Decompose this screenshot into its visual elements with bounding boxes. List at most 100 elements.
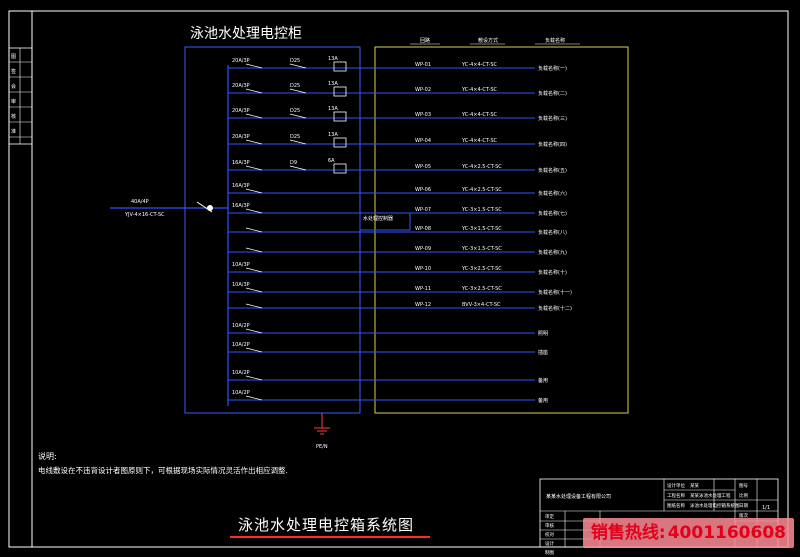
load-name: 备用 bbox=[538, 377, 548, 384]
breaker-label: 10A/2P bbox=[232, 342, 250, 348]
ground-symbol bbox=[314, 413, 330, 435]
incoming-feeder bbox=[110, 201, 228, 213]
breaker-contact bbox=[245, 139, 263, 145]
title-block-key: 工程名称 bbox=[667, 492, 685, 499]
load-name: 负载名称(九) bbox=[538, 249, 567, 256]
breaker-label: 10A/2P bbox=[232, 323, 250, 329]
circuit-cable: YC-3×1.5-CT-SC bbox=[461, 207, 502, 213]
title-block-left-row: 审核 bbox=[545, 522, 554, 529]
circuit-cable: YC-3×1.5-CT-SC bbox=[461, 226, 502, 232]
breaker-contact bbox=[245, 208, 263, 214]
title-block-left-row: 校对 bbox=[545, 531, 554, 538]
relay-symbol bbox=[333, 137, 347, 148]
circuit-cable: YC-3×2.5-CT-SC bbox=[461, 286, 502, 292]
circuit-cable: YC-4×4-CT-SC bbox=[461, 138, 497, 144]
contactor-label: D25 bbox=[290, 83, 300, 89]
circuit-id: WP-12 bbox=[415, 302, 431, 308]
breaker-label: 20A/3P bbox=[232, 134, 250, 140]
cabinet-box bbox=[184, 46, 361, 414]
contactor-label: D9 bbox=[290, 160, 297, 166]
circuit-cable: YC-3×1.5-CT-SC bbox=[461, 246, 502, 252]
side-column-label: 审 bbox=[11, 98, 16, 105]
circuit-cable: YC-4×4-CT-SC bbox=[461, 62, 497, 68]
title-block-right-label: 比例 bbox=[739, 492, 748, 499]
breaker-label: 16A/3P bbox=[232, 203, 250, 209]
header-col2: 敷设方式 bbox=[478, 37, 498, 44]
notes-heading: 说明: bbox=[38, 452, 57, 461]
load-name: 负载名称(十二) bbox=[538, 305, 572, 312]
breaker-contact bbox=[245, 375, 263, 381]
contactor-label: D25 bbox=[290, 58, 300, 64]
incoming-cable-label: YJV-4×16-CT-SC bbox=[124, 212, 165, 218]
breaker-contact bbox=[245, 303, 263, 309]
breaker-label: 20A/3P bbox=[232, 83, 250, 89]
relay-label: 6A bbox=[328, 158, 335, 164]
circuit-id: WP-11 bbox=[415, 286, 431, 292]
sales-hotline-badge[interactable]: 销售热线: 4001160608 bbox=[582, 518, 794, 548]
header-col1: 回路 bbox=[420, 37, 430, 44]
breaker-contact bbox=[245, 395, 263, 401]
relay-symbol bbox=[333, 61, 347, 72]
circuit-id: WP-08 bbox=[415, 226, 431, 232]
circuit-cable: YC-4×2.5-CT-SC bbox=[461, 187, 502, 193]
title-block-left-row: 制图 bbox=[545, 549, 554, 556]
ground-label: PE/N bbox=[316, 444, 328, 450]
circuit-cable: YC-4×4-CT-SC bbox=[461, 87, 497, 93]
relay-symbol bbox=[333, 111, 347, 122]
notes-body: 电线敷设在不违背设计者图原则下，可根据现场实际情况灵活作出相应调整. bbox=[38, 466, 288, 475]
breaker-contact bbox=[245, 328, 263, 334]
breaker-contact bbox=[245, 287, 263, 293]
diagram-title-underline bbox=[230, 536, 430, 538]
breaker-contact bbox=[245, 247, 263, 253]
load-name: 负载名称(六) bbox=[538, 190, 567, 197]
controller-label: 水处理控制器 bbox=[363, 215, 393, 222]
load-name: 负载名称(五) bbox=[538, 167, 567, 174]
breaker-contact bbox=[245, 88, 263, 94]
breaker-contact bbox=[245, 113, 263, 119]
load-name: 负载名称(四) bbox=[538, 141, 567, 148]
load-name: 备用 bbox=[538, 397, 548, 404]
side-column-label: 准 bbox=[11, 128, 16, 135]
side-column-label: 图 bbox=[11, 54, 16, 60]
hotline-number: 4001160608 bbox=[667, 523, 786, 543]
contactor-label: D25 bbox=[290, 134, 300, 140]
load-name: 照明 bbox=[538, 331, 548, 337]
title-block-key: 设计单位 bbox=[667, 482, 685, 489]
circuit-id: WP-10 bbox=[415, 266, 431, 272]
relay-label: 13A bbox=[328, 56, 338, 62]
circuit-cable: YC-4×4-CT-SC bbox=[461, 112, 497, 118]
contactor-contact bbox=[289, 139, 307, 145]
cabinet-title: 泳池水处理电控柜 bbox=[190, 26, 302, 42]
breaker-label: 10A/3P bbox=[232, 282, 250, 288]
title-block-left-row: 审定 bbox=[545, 513, 554, 520]
title-block-right-label: 日期 bbox=[739, 503, 748, 509]
breaker-label: 10A/3P bbox=[232, 262, 250, 268]
circuit-id: WP-07 bbox=[415, 207, 431, 213]
title-block-key: 图纸名称 bbox=[667, 502, 685, 509]
breaker-contact bbox=[245, 347, 263, 353]
relay-label: 13A bbox=[328, 132, 338, 138]
title-block-left-row: 设计 bbox=[545, 540, 554, 547]
circuit-id: WP-01 bbox=[415, 62, 431, 68]
circuit-id: WP-04 bbox=[415, 138, 431, 144]
side-column-label: 会 bbox=[11, 83, 16, 90]
load-name: 负载名称(二) bbox=[538, 90, 567, 97]
title-block-right-label: 图号 bbox=[739, 483, 748, 489]
breaker-contact bbox=[245, 165, 263, 171]
load-name: 负载名称(十一) bbox=[538, 289, 572, 296]
breaker-contact bbox=[245, 63, 263, 69]
company-name: 某某水处理设备工程有限公司 bbox=[546, 493, 611, 500]
breaker-label: 20A/3P bbox=[232, 58, 250, 64]
relay-label: 13A bbox=[328, 106, 338, 112]
circuit-id: WP-06 bbox=[415, 187, 431, 193]
relay-symbol bbox=[333, 86, 347, 97]
breaker-contact bbox=[245, 188, 263, 194]
contactor-label: D25 bbox=[290, 108, 300, 114]
side-column-label: 核 bbox=[11, 113, 16, 120]
circuit-cable: YC-3×2.5-CT-SC bbox=[461, 266, 502, 272]
relay-symbol bbox=[333, 163, 347, 174]
title-block-value: 某某 bbox=[690, 483, 699, 489]
load-name: 负载名称(七) bbox=[538, 210, 567, 217]
circuit-id: WP-09 bbox=[415, 246, 431, 252]
load-name: 负载名称(一) bbox=[538, 65, 567, 72]
